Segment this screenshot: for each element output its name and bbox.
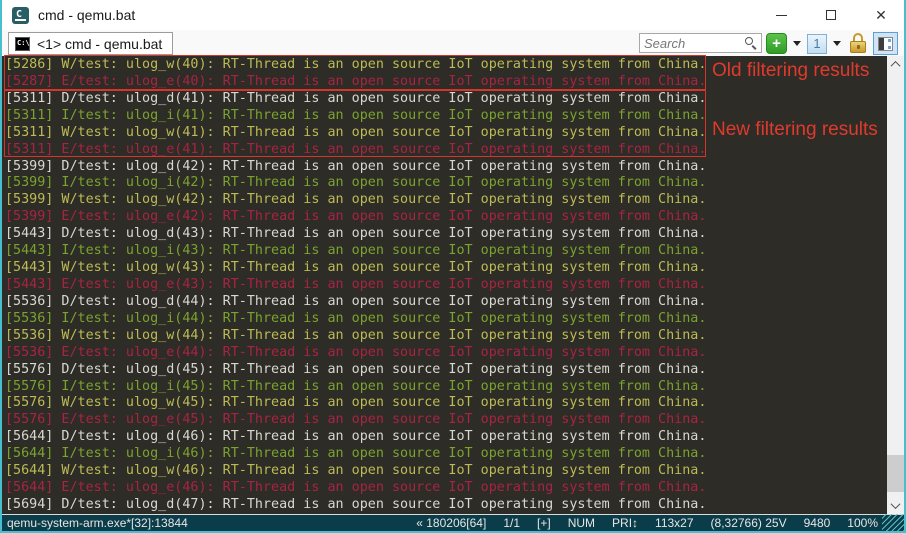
terminal-line: [5399] D/test: ulog_d(42): RT-Thread is …: [5, 159, 887, 176]
conemu-app-icon: C: [12, 7, 29, 24]
terminal-line: [5644] E/test: ulog_e(46): RT-Thread is …: [5, 480, 887, 497]
caption-buttons: ✕: [756, 0, 906, 30]
terminal-line: [5443] D/test: ulog_d(43): RT-Thread is …: [5, 226, 887, 243]
terminal-line: [5576] D/test: ulog_d(45): RT-Thread is …: [5, 362, 887, 379]
status-field: 9480: [804, 516, 831, 530]
terminal-line: [5536] I/test: ulog_i(44): RT-Thread is …: [5, 311, 887, 328]
status-field: 100%: [847, 516, 878, 530]
terminal-line: [5311] E/test: ulog_e(41): RT-Thread is …: [5, 142, 887, 159]
search-input[interactable]: [644, 34, 739, 52]
terminal-line: [5311] D/test: ulog_d(41): RT-Thread is …: [5, 91, 887, 108]
minimize-button[interactable]: [756, 0, 806, 30]
terminal-line: [5443] E/test: ulog_e(43): RT-Thread is …: [5, 277, 887, 294]
scroll-down-button[interactable]: [887, 497, 904, 514]
tab-label: <1> cmd - qemu.bat: [37, 36, 162, 52]
terminal-line: [5399] W/test: ulog_w(42): RT-Thread is …: [5, 192, 887, 209]
window-title: cmd - qemu.bat: [38, 7, 135, 23]
terminal-line: [5694] D/test: ulog_d(47): RT-Thread is …: [5, 497, 887, 514]
new-console-dropdown-icon[interactable]: [793, 41, 801, 46]
status-field: NUM: [568, 516, 595, 530]
status-process-info: qemu-system-arm.exe*[32]:13844: [7, 516, 188, 530]
panel-toggle-icon: [878, 37, 893, 51]
terminal-line: [5576] E/test: ulog_e(45): RT-Thread is …: [5, 412, 887, 429]
terminal-line: [5576] I/test: ulog_i(45): RT-Thread is …: [5, 379, 887, 396]
search-box: [639, 33, 762, 53]
chevron-up-icon: [891, 61, 901, 71]
old-filtering-label: Old filtering results: [712, 60, 869, 82]
title-bar: C cmd - qemu.bat ✕: [0, 0, 906, 30]
close-button[interactable]: ✕: [856, 0, 906, 30]
status-field: [+]: [537, 516, 551, 530]
tab-bar: C:\ <1> cmd - qemu.bat + 1: [0, 30, 906, 56]
status-field: « 180206[64]: [416, 516, 486, 530]
status-field: (8,32766) 25V: [711, 516, 787, 530]
panel-toggle-button[interactable]: [873, 32, 898, 55]
terminal-line: [5644] W/test: ulog_w(46): RT-Thread is …: [5, 463, 887, 480]
status-field: 113x27: [655, 516, 693, 530]
terminal-line: [5644] I/test: ulog_i(46): RT-Thread is …: [5, 446, 887, 463]
maximize-icon: [826, 10, 836, 20]
status-field: 1/1: [503, 516, 520, 530]
terminal-line: [5399] E/test: ulog_e(42): RT-Thread is …: [5, 209, 887, 226]
terminal-line: [5443] I/test: ulog_i(43): RT-Thread is …: [5, 243, 887, 260]
new-filtering-label: New filtering results: [712, 119, 878, 141]
search-icon[interactable]: [745, 37, 757, 49]
chevron-down-icon: [891, 499, 901, 509]
active-console-button[interactable]: 1: [807, 34, 827, 54]
vertical-scrollbar[interactable]: [887, 56, 904, 514]
resize-grip-icon[interactable]: [882, 514, 904, 531]
status-bar: qemu-system-arm.exe*[32]:13844 « 180206[…: [2, 514, 904, 531]
cmd-icon-text: C:\: [17, 39, 30, 47]
status-field: PRI↕: [612, 516, 638, 530]
lock-icon[interactable]: [849, 33, 869, 54]
close-icon: ✕: [875, 8, 887, 22]
active-console-dropdown-icon[interactable]: [833, 41, 841, 46]
new-console-button[interactable]: +: [766, 33, 787, 54]
conemu-window: C cmd - qemu.bat ✕ C:\ <1> cmd - qemu.ba…: [0, 0, 906, 533]
terminal-line: [5399] I/test: ulog_i(42): RT-Thread is …: [5, 175, 887, 192]
terminal-line: [5644] D/test: ulog_d(46): RT-Thread is …: [5, 429, 887, 446]
terminal-line: [5576] W/test: ulog_w(45): RT-Thread is …: [5, 395, 887, 412]
minimize-icon: [776, 15, 787, 16]
status-fields: « 180206[64] 1/1 [+] NUM PRI↕ 113x27 (8,32766)…: [416, 516, 878, 530]
maximize-button[interactable]: [806, 0, 856, 30]
scroll-up-button[interactable]: [887, 56, 904, 73]
conemu-icon-underline: [15, 19, 26, 21]
cmd-prompt-icon: C:\: [15, 37, 30, 51]
terminal-line: [5443] W/test: ulog_w(43): RT-Thread is …: [5, 260, 887, 277]
tab-cmd-qemu[interactable]: C:\ <1> cmd - qemu.bat: [8, 32, 173, 55]
scrollbar-thumb[interactable]: [887, 455, 904, 492]
terminal-line: [5536] W/test: ulog_w(44): RT-Thread is …: [5, 328, 887, 345]
terminal-line: [5536] D/test: ulog_d(44): RT-Thread is …: [5, 294, 887, 311]
terminal-line: [5536] E/test: ulog_e(44): RT-Thread is …: [5, 345, 887, 362]
tab-toolbar: + 1: [766, 32, 906, 55]
